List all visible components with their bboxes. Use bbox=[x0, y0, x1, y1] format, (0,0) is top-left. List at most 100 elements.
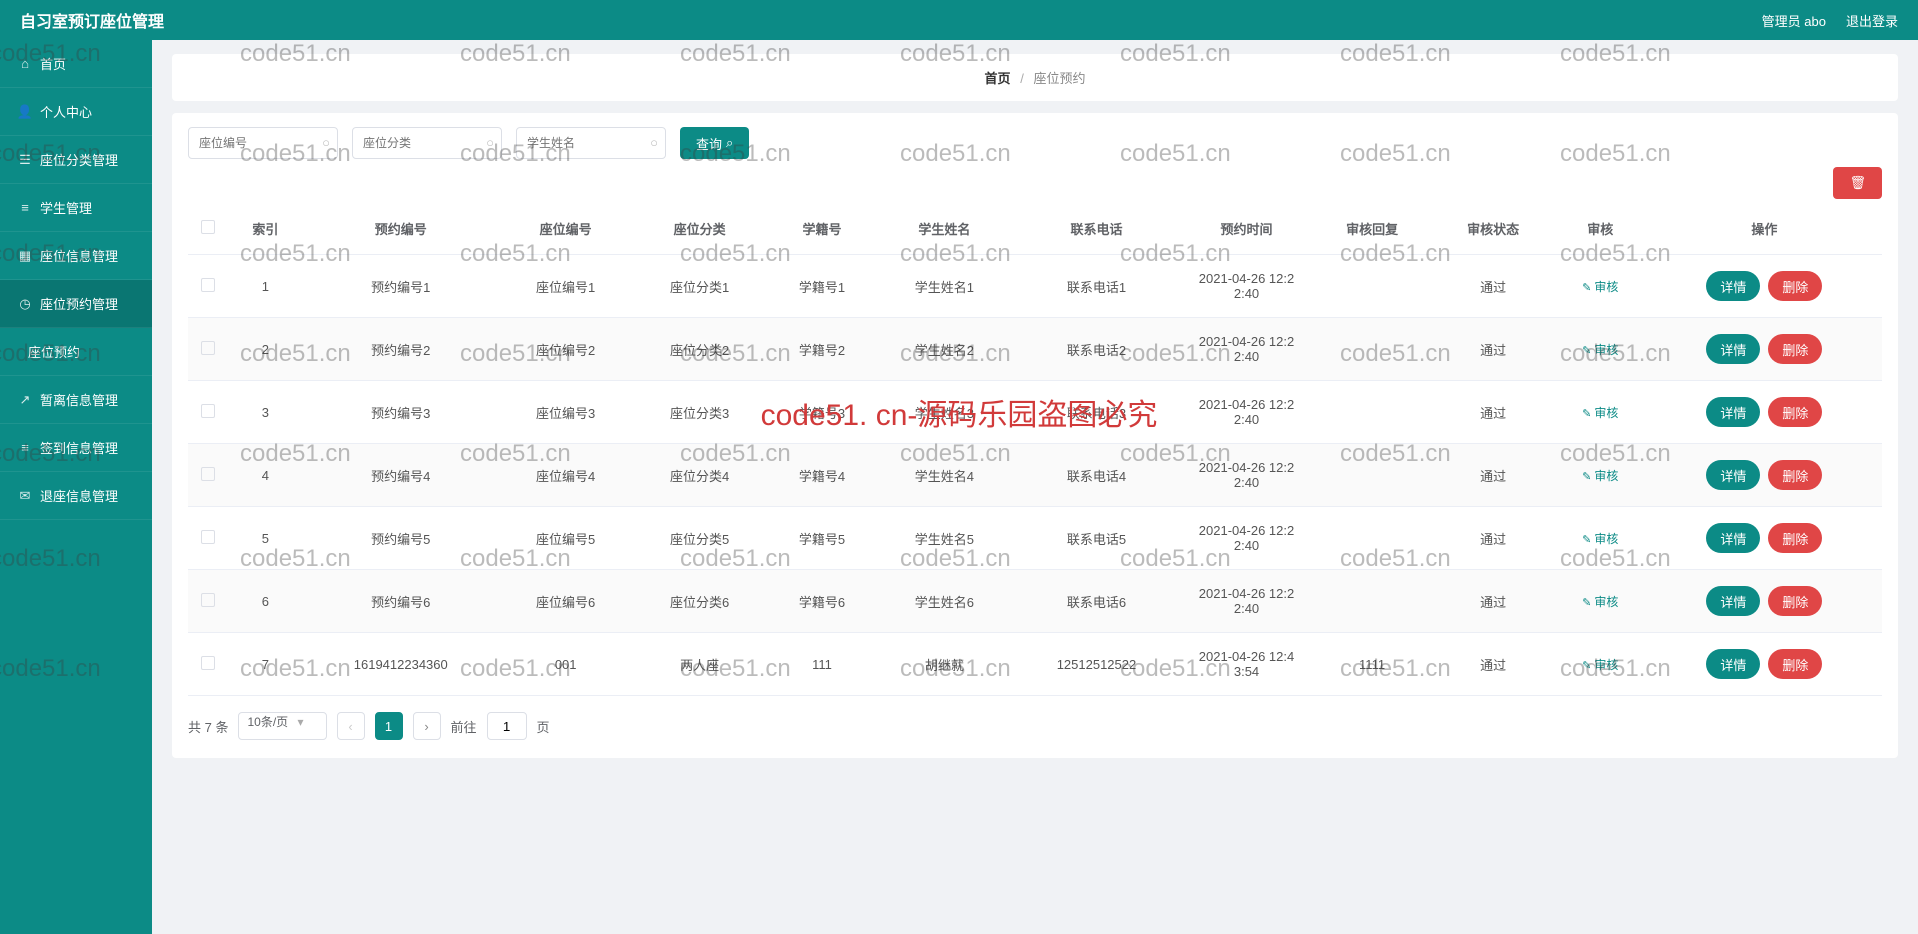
audit-link[interactable]: 审核 bbox=[1582, 343, 1618, 357]
cell-reserve-no: 预约编号2 bbox=[303, 318, 499, 381]
goto-prefix: 前往 bbox=[451, 717, 477, 736]
cell-reserve-no: 预约编号4 bbox=[303, 444, 499, 507]
next-page-button[interactable]: › bbox=[413, 712, 441, 740]
column-header: 索引 bbox=[228, 203, 303, 255]
row-checkbox[interactable] bbox=[201, 467, 215, 481]
cell-phone: 12512512522 bbox=[1011, 633, 1181, 696]
cell-phone: 联系电话1 bbox=[1011, 255, 1181, 318]
sidebar-item-category[interactable]: ☰座位分类管理 bbox=[0, 136, 152, 184]
column-header: 预约编号 bbox=[303, 203, 499, 255]
cell-reserve-no: 预约编号5 bbox=[303, 507, 499, 570]
row-checkbox[interactable] bbox=[201, 530, 215, 544]
cell-time: 2021-04-26 12:43:54 bbox=[1182, 633, 1312, 696]
goto-page-input[interactable] bbox=[487, 712, 527, 740]
detail-button[interactable]: 详情 bbox=[1706, 649, 1760, 679]
sidebar-item-user[interactable]: 👤 个人中心 bbox=[0, 88, 152, 136]
row-checkbox[interactable] bbox=[201, 404, 215, 418]
logout-link[interactable]: 退出登录 bbox=[1846, 11, 1898, 30]
sidebar-item-signin[interactable]: ≡签到信息管理 bbox=[0, 424, 152, 472]
audit-link[interactable]: 审核 bbox=[1582, 280, 1618, 294]
detail-button[interactable]: 详情 bbox=[1706, 334, 1760, 364]
table-row: 1预约编号1座位编号1座位分类1学籍号1学生姓名1联系电话12021-04-26… bbox=[188, 255, 1882, 318]
cell-student-id: 111 bbox=[767, 633, 878, 696]
sidebar-subitem-reserve[interactable]: 座位预约 bbox=[0, 328, 152, 376]
cell-status: 通过 bbox=[1433, 255, 1554, 318]
breadcrumb-current: 座位预约 bbox=[1033, 71, 1085, 86]
sidebar-item-seat[interactable]: ▦座位信息管理 bbox=[0, 232, 152, 280]
row-checkbox[interactable] bbox=[201, 656, 215, 670]
cell-time: 2021-04-26 12:22:40 bbox=[1182, 444, 1312, 507]
sidebar-item-home[interactable]: ⌂首页 bbox=[0, 40, 152, 88]
user-icon: 👤 bbox=[18, 105, 32, 119]
delete-button[interactable]: 删除 bbox=[1768, 523, 1822, 553]
cell-status: 通过 bbox=[1433, 381, 1554, 444]
cell-seat-type: 两人座 bbox=[633, 633, 767, 696]
header: 自习室预订座位管理 管理员 abo 退出登录 bbox=[0, 0, 1918, 40]
cell-status: 通过 bbox=[1433, 318, 1554, 381]
cell-phone: 联系电话3 bbox=[1011, 381, 1181, 444]
cell-status: 通过 bbox=[1433, 507, 1554, 570]
column-header: 操作 bbox=[1647, 203, 1882, 255]
cell-seat-no: 座位编号4 bbox=[499, 444, 633, 507]
student-name-input[interactable] bbox=[516, 127, 666, 159]
audit-link[interactable]: 审核 bbox=[1582, 595, 1618, 609]
seat-no-input[interactable] bbox=[188, 127, 338, 159]
row-checkbox[interactable] bbox=[201, 278, 215, 292]
sidebar-item-label: 签到信息管理 bbox=[40, 438, 118, 457]
cell-student-name: 学生姓名3 bbox=[877, 381, 1011, 444]
detail-button[interactable]: 详情 bbox=[1706, 523, 1760, 553]
cell-reply bbox=[1312, 444, 1433, 507]
search-icon: ○ bbox=[486, 135, 494, 150]
delete-button[interactable]: 删除 bbox=[1768, 271, 1822, 301]
row-checkbox[interactable] bbox=[201, 593, 215, 607]
detail-button[interactable]: 详情 bbox=[1706, 586, 1760, 616]
sidebar-item-label: 暂离信息管理 bbox=[40, 390, 118, 409]
sidebar-item-label: 个人中心 bbox=[40, 102, 92, 121]
row-checkbox[interactable] bbox=[201, 341, 215, 355]
sidebar-item-leave[interactable]: ↗暂离信息管理 bbox=[0, 376, 152, 424]
audit-link[interactable]: 审核 bbox=[1582, 658, 1618, 672]
delete-button[interactable]: 删除 bbox=[1768, 460, 1822, 490]
page-1-button[interactable]: 1 bbox=[375, 712, 403, 740]
delete-button[interactable]: 删除 bbox=[1768, 586, 1822, 616]
cell-index: 4 bbox=[228, 444, 303, 507]
seat-icon: ▦ bbox=[18, 249, 32, 263]
seat-type-input[interactable] bbox=[352, 127, 502, 159]
batch-delete-button[interactable]: 🗑 bbox=[1833, 167, 1882, 199]
query-button[interactable]: 查询 ⌕ bbox=[680, 127, 749, 159]
breadcrumb-home[interactable]: 首页 bbox=[985, 71, 1011, 86]
sidebar-item-student[interactable]: ≡学生管理 bbox=[0, 184, 152, 232]
delete-button[interactable]: 删除 bbox=[1768, 334, 1822, 364]
detail-button[interactable]: 详情 bbox=[1706, 397, 1760, 427]
cell-reply bbox=[1312, 570, 1433, 633]
reserve-icon: ◷ bbox=[18, 297, 32, 311]
search-icon: ○ bbox=[322, 135, 330, 150]
audit-link[interactable]: 审核 bbox=[1582, 406, 1618, 420]
page-size-select[interactable]: 10条/页 ▾ bbox=[238, 712, 326, 740]
audit-link[interactable]: 审核 bbox=[1582, 532, 1618, 546]
sidebar-item-reserve[interactable]: ◷座位预约管理 bbox=[0, 280, 152, 328]
prev-page-button[interactable]: ‹ bbox=[337, 712, 365, 740]
column-header: 学籍号 bbox=[767, 203, 878, 255]
cell-reply bbox=[1312, 255, 1433, 318]
search-icon: ⌕ bbox=[726, 135, 733, 151]
audit-link[interactable]: 审核 bbox=[1582, 469, 1618, 483]
column-header: 审核 bbox=[1554, 203, 1647, 255]
cell-seat-no: 座位编号1 bbox=[499, 255, 633, 318]
cell-status: 通过 bbox=[1433, 570, 1554, 633]
delete-button[interactable]: 删除 bbox=[1768, 649, 1822, 679]
cell-student-id: 学籍号5 bbox=[767, 507, 878, 570]
select-all-checkbox[interactable] bbox=[201, 220, 215, 234]
cell-reply bbox=[1312, 507, 1433, 570]
query-button-label: 查询 bbox=[696, 134, 722, 153]
table-row: 5预约编号5座位编号5座位分类5学籍号5学生姓名5联系电话52021-04-26… bbox=[188, 507, 1882, 570]
cell-seat-no: 座位编号6 bbox=[499, 570, 633, 633]
sidebar-item-return[interactable]: ✉退座信息管理 bbox=[0, 472, 152, 520]
delete-button[interactable]: 删除 bbox=[1768, 397, 1822, 427]
cell-index: 5 bbox=[228, 507, 303, 570]
detail-button[interactable]: 详情 bbox=[1706, 271, 1760, 301]
detail-button[interactable]: 详情 bbox=[1706, 460, 1760, 490]
cell-student-id: 学籍号2 bbox=[767, 318, 878, 381]
cell-student-name: 学生姓名4 bbox=[877, 444, 1011, 507]
admin-label[interactable]: 管理员 abo bbox=[1762, 11, 1826, 30]
